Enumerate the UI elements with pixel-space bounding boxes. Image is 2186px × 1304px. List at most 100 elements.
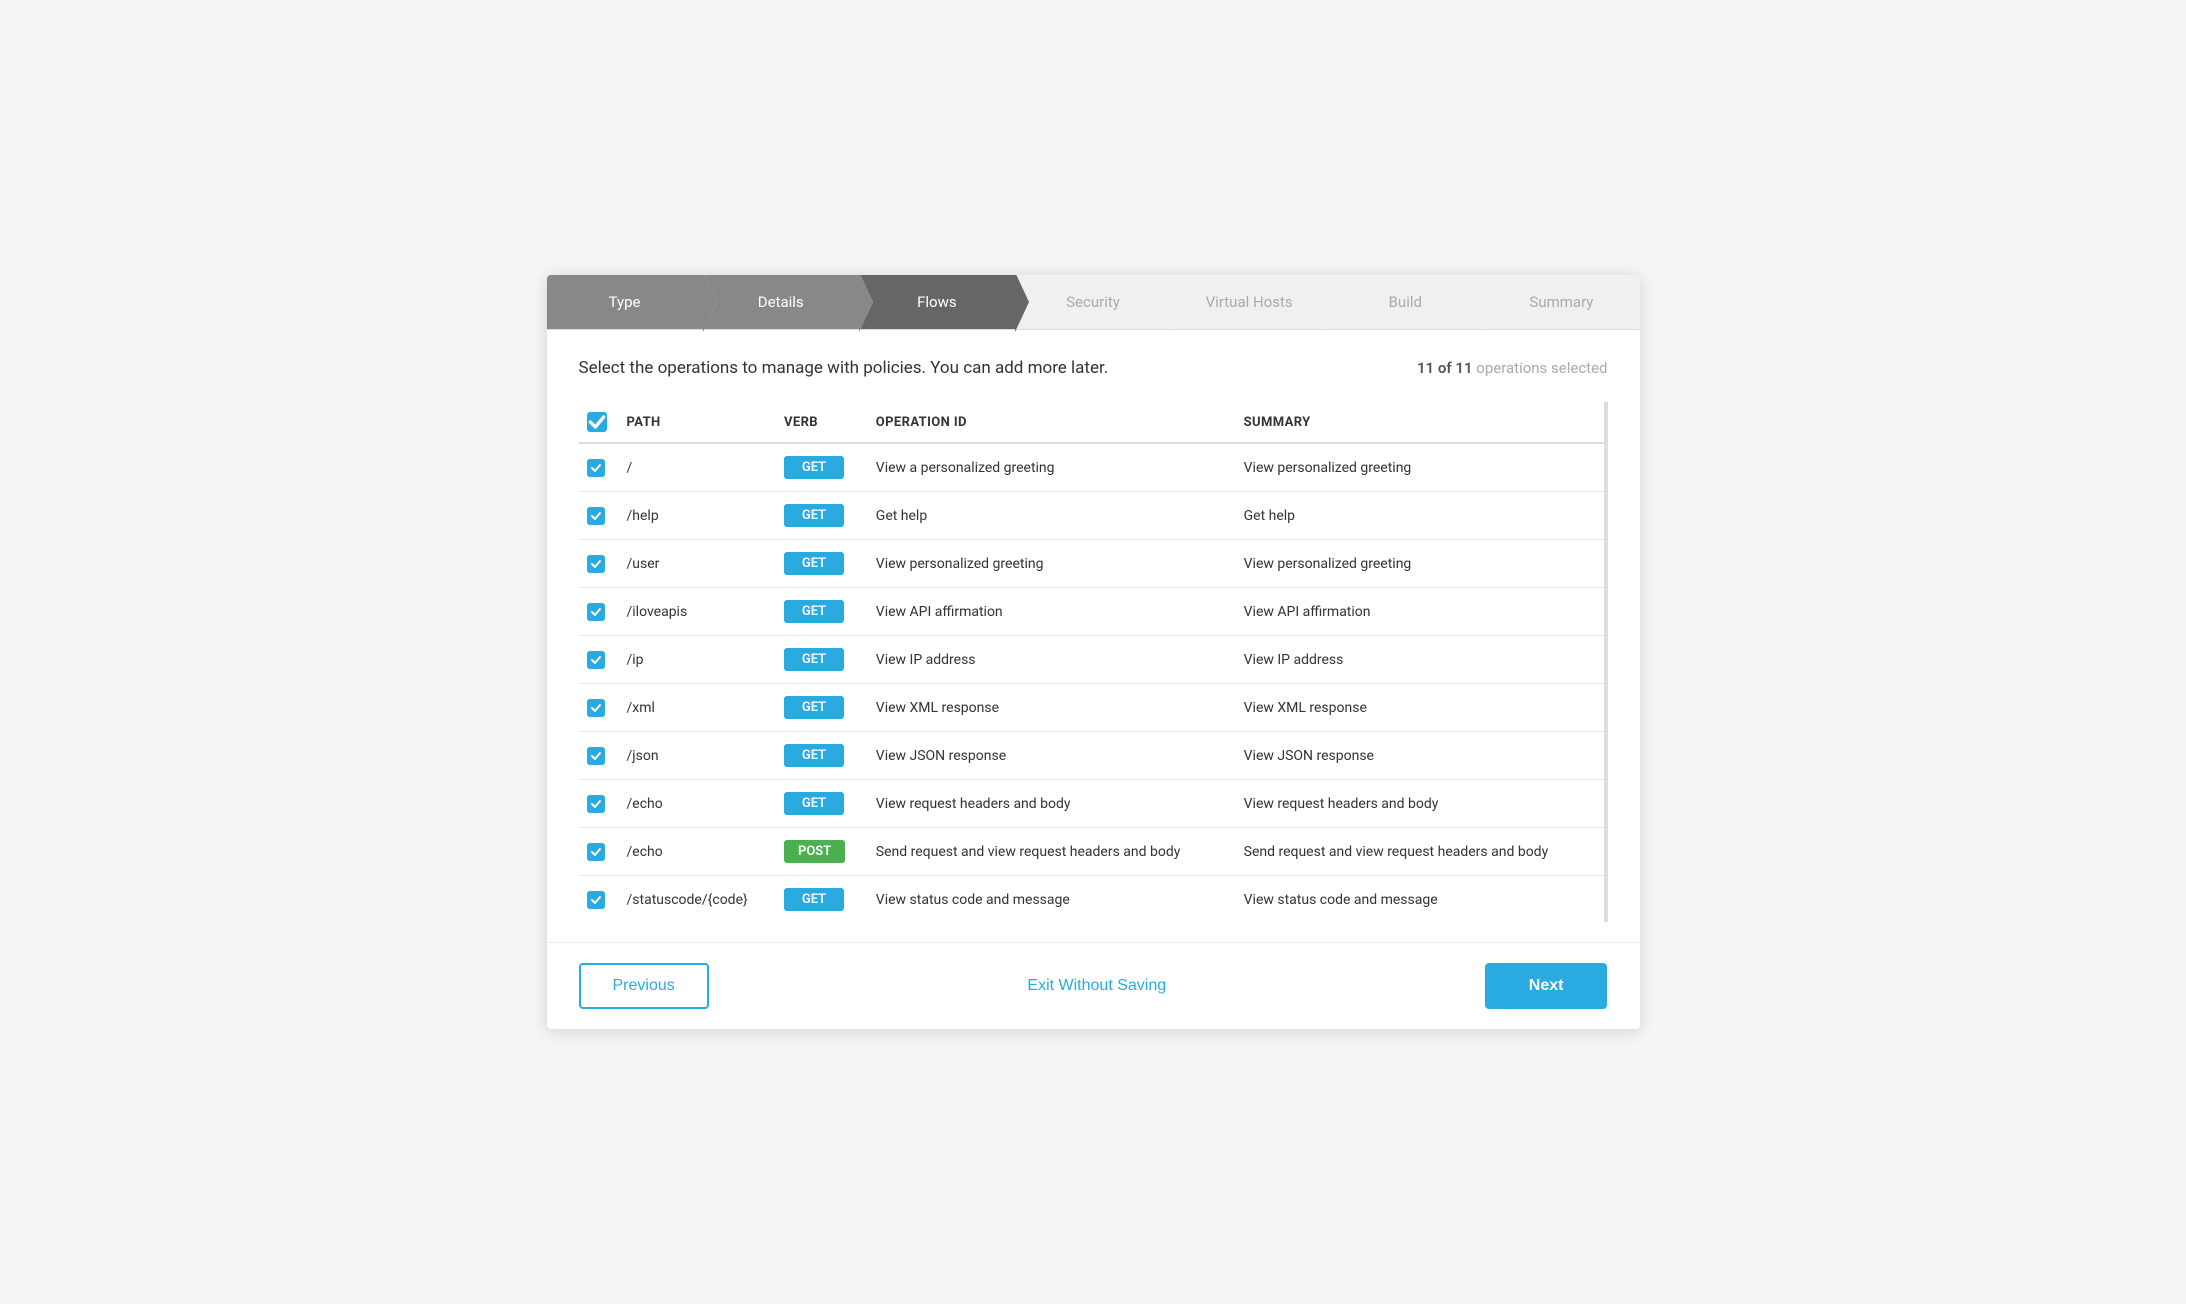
table-row: /ip GET View IP addressView IP address (579, 636, 1604, 684)
row-7-summary: View request headers and body (1236, 780, 1604, 828)
row-0-summary: View personalized greeting (1236, 443, 1604, 492)
row-5-operation-id: View XML response (868, 684, 1236, 732)
wizard-step-type[interactable]: Type (547, 275, 703, 329)
row-5-checkbox-cell (579, 684, 619, 732)
row-1-checkbox[interactable] (587, 507, 605, 525)
header-verb: VERB (776, 402, 868, 443)
row-2-checkbox-cell (579, 540, 619, 588)
row-4-verb: GET (776, 636, 868, 684)
wizard-step-virtual-hosts-label: Virtual Hosts (1206, 293, 1293, 311)
table-row: /echo POST Send request and view request h… (579, 828, 1604, 876)
row-8-verb: POST (776, 828, 868, 876)
ops-count-label: operations selected (1476, 359, 1607, 377)
header-path: PATH (619, 402, 776, 443)
row-6-summary: View JSON response (1236, 732, 1604, 780)
row-7-path: /echo (619, 780, 776, 828)
row-4-summary: View IP address (1236, 636, 1604, 684)
row-4-verb-badge: GET (784, 648, 844, 671)
wizard-step-details-label: Details (758, 293, 804, 311)
next-button[interactable]: Next (1485, 963, 1608, 1009)
wizard-modal: Type Details Flows Security Virtual Host… (547, 275, 1640, 1029)
row-5-verb-badge: GET (784, 696, 844, 719)
row-9-checkbox[interactable] (587, 891, 605, 909)
row-7-checkbox[interactable] (587, 795, 605, 813)
wizard-step-flows[interactable]: Flows (859, 275, 1015, 329)
table-body: /GETView a personalized greetingView per… (579, 443, 1604, 922)
content-description: Select the operations to manage with pol… (579, 358, 1109, 378)
row-9-summary: View status code and message (1236, 876, 1604, 923)
row-1-checkbox-cell (579, 492, 619, 540)
header-summary: SUMMARY (1236, 402, 1604, 443)
row-3-summary: View API affirmation (1236, 588, 1604, 636)
row-8-summary: Send request and view request headers an… (1236, 828, 1604, 876)
table-row: /iloveapisGETView API affirmationView AP… (579, 588, 1604, 636)
table-row: /echoGETView request headers and bodyVie… (579, 780, 1604, 828)
row-1-summary: Get help (1236, 492, 1604, 540)
row-9-operation-id: View status code and message (868, 876, 1236, 923)
previous-button[interactable]: Previous (579, 963, 709, 1009)
wizard-step-type-label: Type (609, 293, 641, 311)
row-6-verb: GET (776, 732, 868, 780)
row-9-path: /statuscode/{code} (619, 876, 776, 923)
row-0-operation-id: View a personalized greeting (868, 443, 1236, 492)
header-operation-id: OPERATION ID (868, 402, 1236, 443)
row-1-path: /help (619, 492, 776, 540)
row-6-path: /json (619, 732, 776, 780)
header-checkbox-col (579, 402, 619, 443)
row-4-checkbox[interactable] (587, 651, 605, 669)
exit-without-saving-button[interactable]: Exit Without Saving (1027, 977, 1166, 995)
row-2-verb: GET (776, 540, 868, 588)
wizard-step-summary-label: Summary (1529, 293, 1593, 311)
select-all-checkbox[interactable] (587, 412, 607, 432)
row-2-path: /user (619, 540, 776, 588)
wizard-step-flows-label: Flows (917, 293, 957, 311)
row-6-checkbox[interactable] (587, 747, 605, 765)
wizard-step-build[interactable]: Build (1327, 275, 1483, 329)
wizard-step-security-label: Security (1066, 293, 1120, 311)
table-row: /userGETView personalized greetingView p… (579, 540, 1604, 588)
row-9-checkbox-cell (579, 876, 619, 923)
content-header: Select the operations to manage with pol… (579, 358, 1608, 378)
row-1-operation-id: Get help (868, 492, 1236, 540)
row-0-checkbox[interactable] (587, 459, 605, 477)
table-row: /statuscode/{code} GET View status code an… (579, 876, 1604, 923)
row-8-path: /echo (619, 828, 776, 876)
row-0-path: / (619, 443, 776, 492)
row-3-checkbox-cell (579, 588, 619, 636)
row-4-operation-id: View IP address (868, 636, 1236, 684)
row-6-checkbox-cell (579, 732, 619, 780)
wizard-step-security[interactable]: Security (1015, 275, 1171, 329)
wizard-steps: Type Details Flows Security Virtual Host… (547, 275, 1640, 330)
row-8-checkbox-cell (579, 828, 619, 876)
row-8-verb-badge: POST (784, 840, 845, 863)
ops-count-value: 11 of 11 (1417, 359, 1473, 377)
operations-table-wrapper: PATH VERB OPERATION ID SUMMARY /GETView … (579, 402, 1608, 922)
wizard-step-summary[interactable]: Summary (1483, 275, 1639, 329)
row-8-operation-id: Send request and view request headers an… (868, 828, 1236, 876)
row-2-operation-id: View personalized greeting (868, 540, 1236, 588)
row-5-checkbox[interactable] (587, 699, 605, 717)
wizard-footer: Previous Exit Without Saving Next (547, 942, 1640, 1029)
row-7-verb: GET (776, 780, 868, 828)
row-5-summary: View XML response (1236, 684, 1604, 732)
row-7-checkbox-cell (579, 780, 619, 828)
wizard-step-virtual-hosts[interactable]: Virtual Hosts (1171, 275, 1327, 329)
row-3-operation-id: View API affirmation (868, 588, 1236, 636)
row-2-checkbox[interactable] (587, 555, 605, 573)
row-4-path: /ip (619, 636, 776, 684)
row-3-checkbox[interactable] (587, 603, 605, 621)
row-9-verb-badge: GET (784, 888, 844, 911)
row-7-verb-badge: GET (784, 792, 844, 815)
row-2-summary: View personalized greeting (1236, 540, 1604, 588)
table-row: /help GET Get helpGet help (579, 492, 1604, 540)
row-3-verb: GET (776, 588, 868, 636)
row-1-verb-badge: GET (784, 504, 844, 527)
row-8-checkbox[interactable] (587, 843, 605, 861)
row-6-verb-badge: GET (784, 744, 844, 767)
row-0-verb-badge: GET (784, 456, 844, 479)
row-0-verb: GET (776, 443, 868, 492)
main-content: Select the operations to manage with pol… (547, 330, 1640, 942)
table-header: PATH VERB OPERATION ID SUMMARY (579, 402, 1604, 443)
wizard-step-details[interactable]: Details (703, 275, 859, 329)
row-1-verb: GET (776, 492, 868, 540)
